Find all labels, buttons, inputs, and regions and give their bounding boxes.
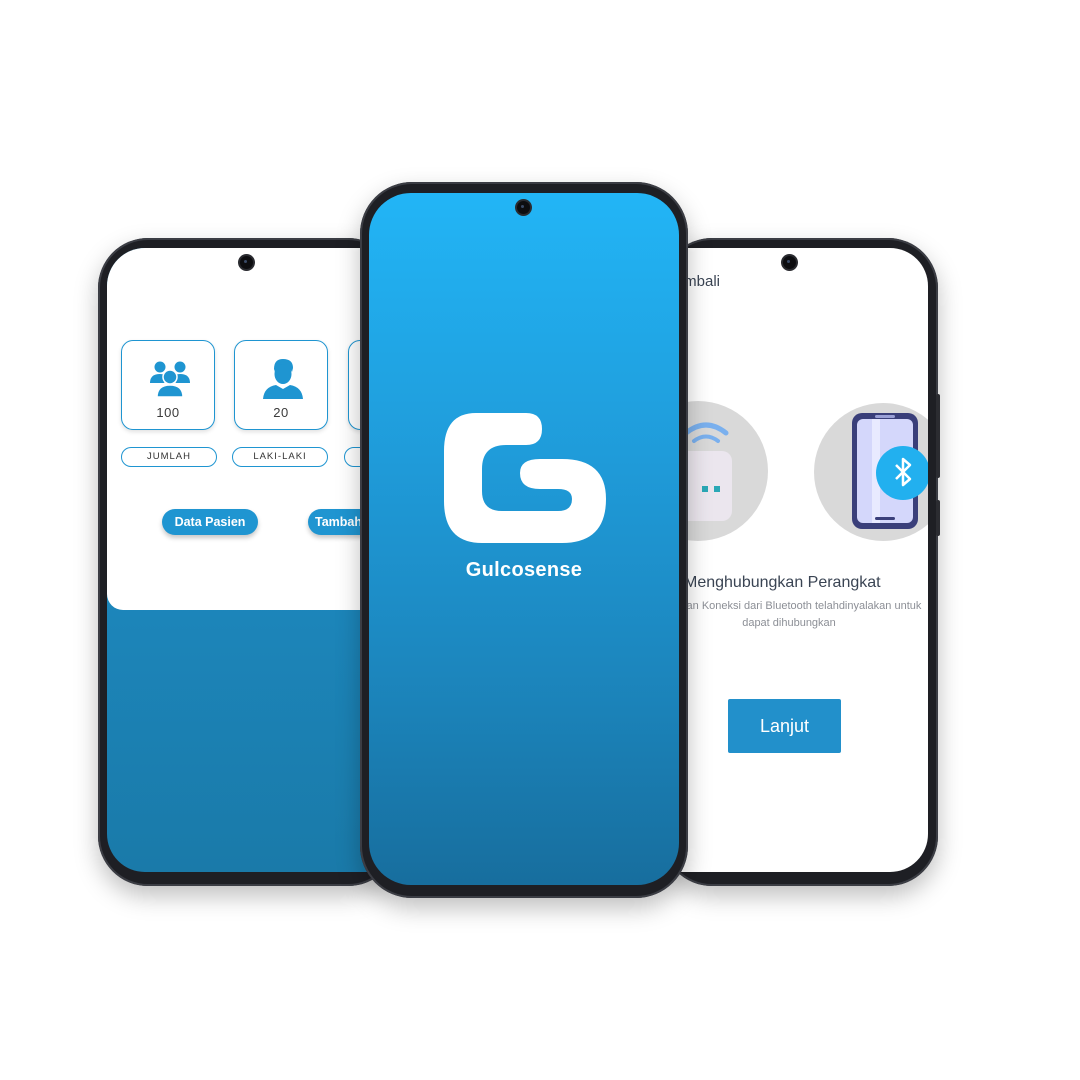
- connect-description: Pastikan Koneksi dari Bluetooth telahdin…: [662, 600, 922, 629]
- phone-illustration: [814, 403, 928, 541]
- male-user-icon: [263, 359, 303, 399]
- stat-total-value: 100: [156, 405, 180, 420]
- left-phone-mockup: 100 20 JUMLAH LAKI-LAKI Data Pasien Tamb…: [98, 238, 407, 886]
- stat-card-total[interactable]: 100: [121, 340, 215, 430]
- stat-card-male[interactable]: 20: [234, 340, 328, 430]
- label-laki-laki: LAKI-LAKI: [232, 447, 328, 467]
- connect-title: Menghubungkan Perangkat: [684, 574, 881, 591]
- stat-male-value: 20: [273, 405, 289, 420]
- center-phone-mockup: Gulcosense: [360, 182, 688, 898]
- connect-device-screen: Kembali Menghubungkan Perangkat Pastikan…: [662, 248, 928, 872]
- right-phone-mockup: Kembali Menghubungkan Perangkat Pastikan…: [662, 238, 940, 886]
- group-users-icon: [150, 361, 190, 398]
- label-jumlah: JUMLAH: [121, 447, 217, 467]
- front-camera: [517, 201, 530, 214]
- brand-name: Gulcosense: [465, 559, 583, 581]
- volume-key: [936, 500, 940, 536]
- splash-screen: Gulcosense: [369, 193, 679, 885]
- front-camera: [240, 256, 253, 269]
- phone-bluetooth-icon: [852, 413, 928, 529]
- lanjut-button[interactable]: Lanjut: [728, 699, 841, 753]
- front-camera: [783, 256, 796, 269]
- data-pasien-button[interactable]: Data Pasien: [162, 509, 258, 535]
- gulcosense-logo-icon: [444, 413, 606, 543]
- power-key: [936, 394, 940, 478]
